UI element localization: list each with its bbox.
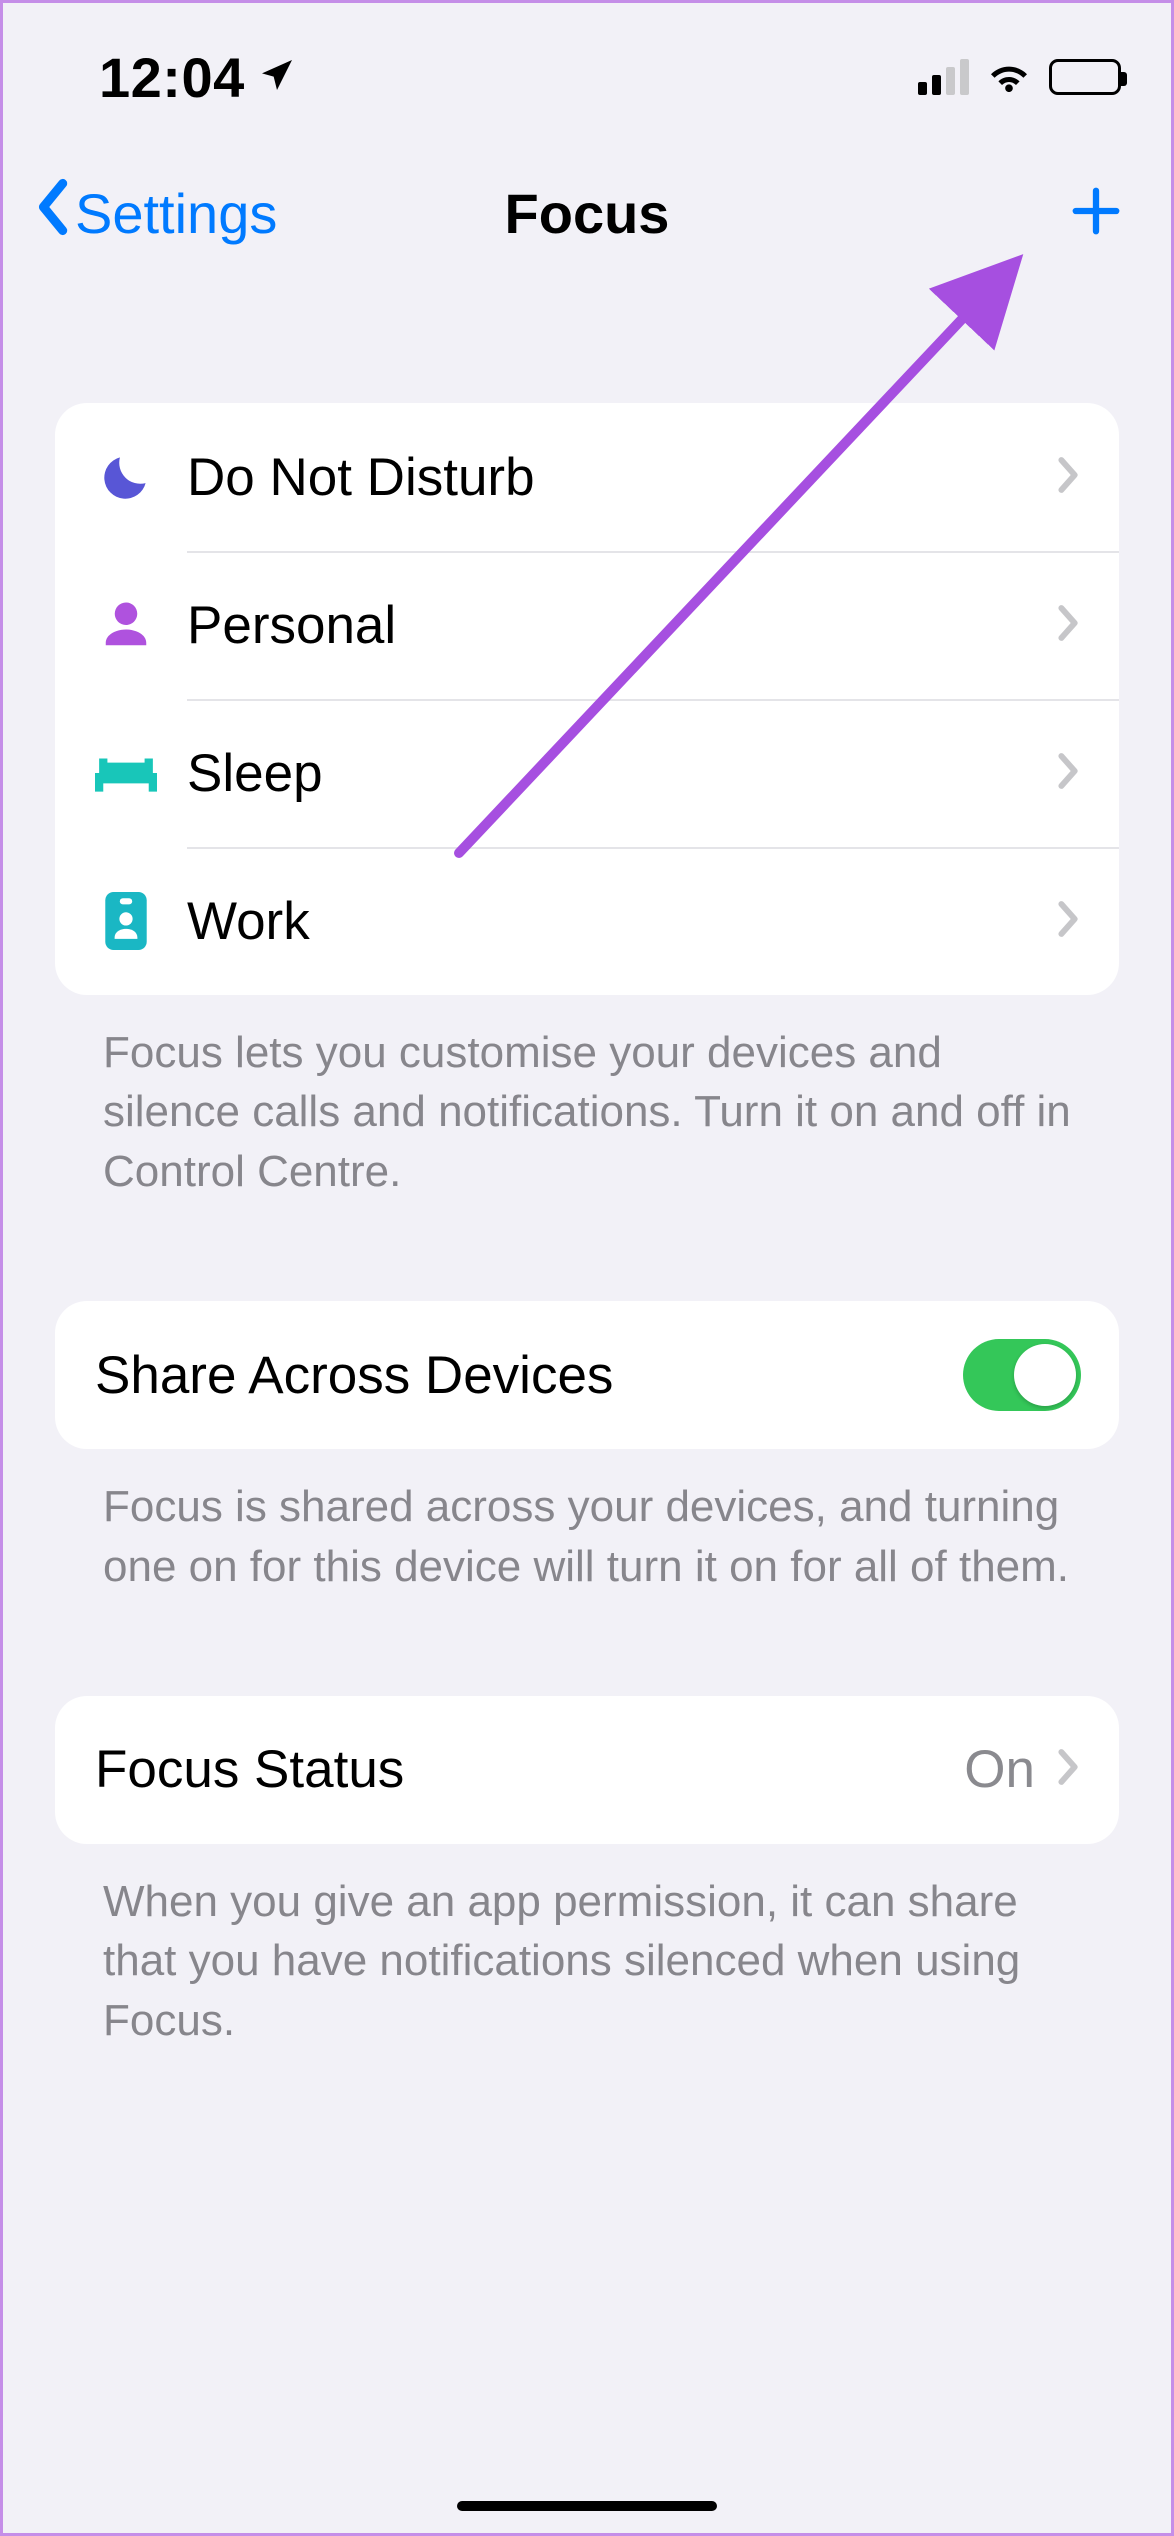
- focus-row-label: Work: [187, 891, 1055, 952]
- focus-row-work[interactable]: Work: [55, 847, 1119, 995]
- share-label: Share Across Devices: [95, 1345, 963, 1406]
- wifi-icon: [985, 55, 1033, 100]
- focus-status-footer: When you give an app permission, it can …: [55, 1844, 1119, 2050]
- nav-bar: Settings Focus: [3, 123, 1171, 263]
- focus-status-row[interactable]: Focus Status On: [55, 1696, 1119, 1844]
- focus-row-label: Sleep: [187, 743, 1055, 804]
- focus-row-do-not-disturb[interactable]: Do Not Disturb: [55, 403, 1119, 551]
- add-button[interactable]: [1069, 184, 1123, 243]
- badge-icon: [95, 890, 157, 952]
- focus-modes-group: Do Not Disturb Personal Sleep: [55, 403, 1119, 995]
- chevron-right-icon: [1055, 455, 1081, 500]
- chevron-right-icon: [1055, 603, 1081, 648]
- focus-status-group: Focus Status On: [55, 1696, 1119, 1844]
- status-time: 12:04: [99, 45, 245, 110]
- focus-row-label: Personal: [187, 595, 1055, 656]
- focus-status-value: On: [964, 1739, 1035, 1800]
- back-label: Settings: [75, 181, 277, 246]
- status-bar: 12:04: [3, 3, 1171, 123]
- chevron-left-icon: [31, 177, 73, 250]
- share-toggle[interactable]: [963, 1339, 1081, 1411]
- share-footer: Focus is shared across your devices, and…: [55, 1449, 1119, 1596]
- focus-status-label: Focus Status: [95, 1739, 964, 1800]
- focus-row-personal[interactable]: Personal: [55, 551, 1119, 699]
- share-group: Share Across Devices: [55, 1301, 1119, 1449]
- chevron-right-icon: [1055, 1747, 1081, 1792]
- person-icon: [95, 594, 157, 656]
- moon-icon: [95, 446, 157, 508]
- home-indicator[interactable]: [457, 2501, 717, 2511]
- bed-icon: [95, 742, 157, 804]
- cellular-icon: [918, 59, 969, 95]
- share-row: Share Across Devices: [55, 1301, 1119, 1449]
- back-button[interactable]: Settings: [31, 177, 277, 250]
- location-icon: [257, 55, 297, 100]
- battery-icon: [1049, 59, 1121, 95]
- focus-modes-footer: Focus lets you customise your devices an…: [55, 995, 1119, 1201]
- chevron-right-icon: [1055, 899, 1081, 944]
- chevron-right-icon: [1055, 751, 1081, 796]
- focus-row-label: Do Not Disturb: [187, 447, 1055, 508]
- focus-row-sleep[interactable]: Sleep: [55, 699, 1119, 847]
- plus-icon: [1069, 225, 1123, 242]
